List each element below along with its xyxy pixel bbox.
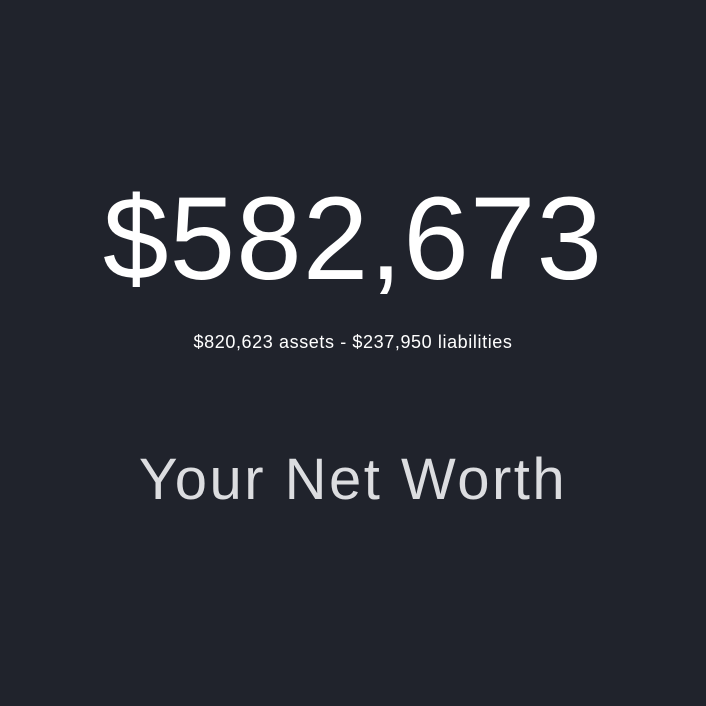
assets-liabilities-breakdown: $820,623 assets - $237,950 liabilities [193, 332, 513, 352]
net-worth-card: $582,673 $820,623 assets - $237,950 liab… [0, 0, 706, 706]
net-worth-amount: $582,673 [102, 173, 604, 305]
net-worth-caption: Your Net Worth [138, 447, 568, 512]
